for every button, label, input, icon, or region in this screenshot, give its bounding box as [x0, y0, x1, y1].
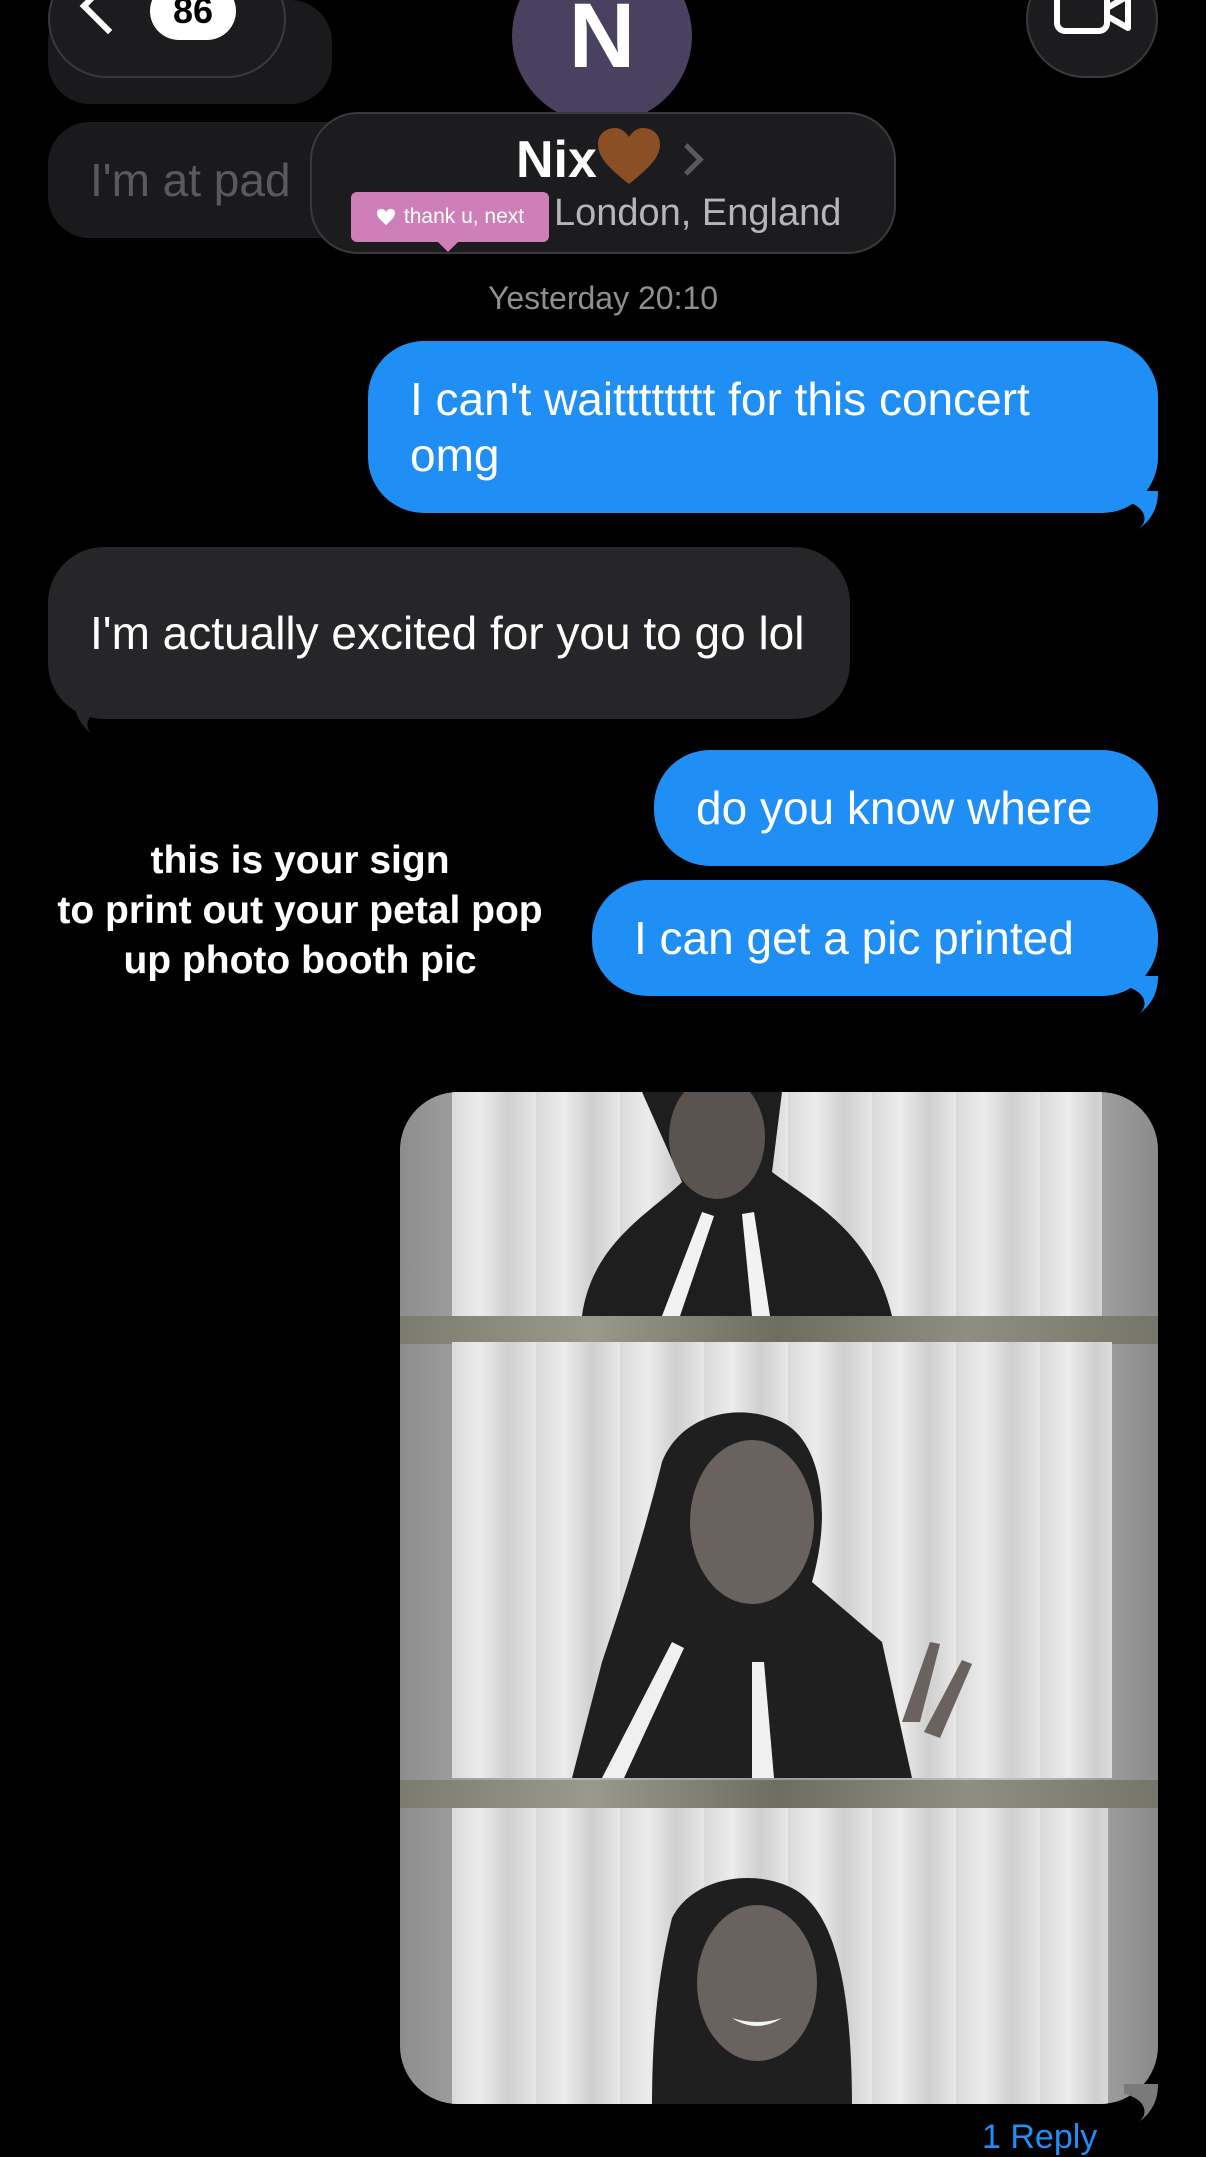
sent-message-bubble[interactable]: do you know where: [654, 750, 1158, 866]
strip-divider: [400, 1780, 1158, 1808]
bubble-tail: [1124, 491, 1158, 531]
contact-location: London, England: [554, 192, 842, 234]
song-tag[interactable]: thank u, next: [351, 192, 549, 242]
song-tag-pointer: [436, 240, 460, 252]
caption-line: up photo booth pic: [123, 939, 477, 982]
photo-panel-top: [452, 1092, 1102, 1316]
received-message-bubble[interactable]: I'm actually excited for you to go lol: [48, 547, 850, 719]
caption-line: this is your sign: [150, 839, 450, 882]
photo-panel-middle: [452, 1342, 1112, 1778]
message-text: I can't waitttttttt for this concert omg: [410, 373, 1030, 481]
sent-message-bubble[interactable]: I can get a pic printed: [592, 880, 1158, 996]
bubble-tail: [74, 697, 108, 737]
song-tag-label: thank u, next: [403, 205, 525, 228]
contact-name: Nix: [516, 131, 597, 189]
overlay-caption: this is your sign to print out your peta…: [30, 836, 570, 986]
portrait-silhouette: [572, 1412, 972, 1778]
avatar[interactable]: N: [512, 0, 692, 124]
photo-panel-bottom: [452, 1808, 1108, 2104]
message-text: I can get a pic printed: [634, 912, 1074, 964]
video-camera-icon: [1054, 0, 1131, 34]
unread-count-badge: 86: [150, 0, 236, 40]
photo-booth-strip[interactable]: [400, 1092, 1158, 2104]
message-text: do you know where: [696, 782, 1093, 834]
caption-line: to print out your petal pop: [57, 889, 543, 932]
bubble-tail: [1124, 976, 1158, 1016]
heart-icon: [376, 209, 395, 225]
message-timestamp: Yesterday 20:10: [487, 280, 719, 316]
message-text: I'm actually excited for you to go lol: [90, 607, 805, 659]
portrait-silhouette: [652, 1878, 852, 2104]
avatar-initial: N: [568, 0, 636, 87]
sent-message-bubble[interactable]: I can't waitttttttt for this concert omg: [368, 341, 1158, 513]
portrait-silhouette: [582, 1092, 892, 1316]
reply-count-link[interactable]: 1 Reply: [982, 2118, 1097, 2157]
bubble-tail: [1124, 2084, 1158, 2124]
brown-heart-icon: [598, 128, 660, 184]
strip-divider: [400, 1316, 1158, 1344]
ghost-bubble-text: I'm at pad: [90, 154, 291, 206]
